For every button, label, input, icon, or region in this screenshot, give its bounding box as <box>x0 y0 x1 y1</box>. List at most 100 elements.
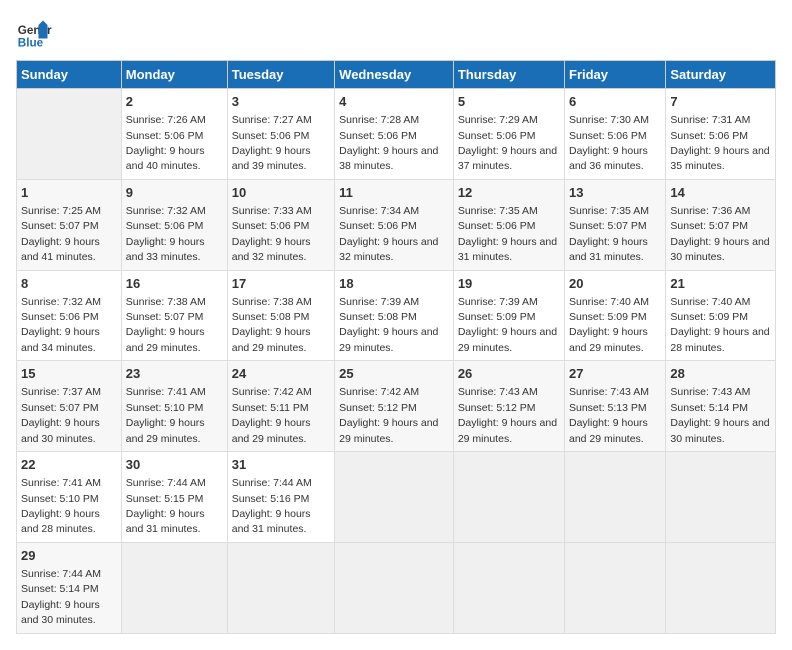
calendar-week-row: 29 Sunrise: 7:44 AMSunset: 5:14 PMDaylig… <box>17 542 776 633</box>
day-info: Sunrise: 7:41 AMSunset: 5:10 PMDaylight:… <box>21 477 101 535</box>
calendar-cell: 27 Sunrise: 7:43 AMSunset: 5:13 PMDaylig… <box>565 361 666 452</box>
day-number: 7 <box>670 93 771 111</box>
day-info: Sunrise: 7:34 AMSunset: 5:06 PMDaylight:… <box>339 205 438 263</box>
day-number: 3 <box>232 93 330 111</box>
calendar-cell <box>121 542 227 633</box>
day-info: Sunrise: 7:33 AMSunset: 5:06 PMDaylight:… <box>232 205 312 263</box>
day-number: 14 <box>670 184 771 202</box>
calendar-cell: 1 Sunrise: 7:25 AMSunset: 5:07 PMDayligh… <box>17 179 122 270</box>
day-number: 9 <box>126 184 223 202</box>
calendar-cell <box>227 542 334 633</box>
day-number: 27 <box>569 365 661 383</box>
day-info: Sunrise: 7:35 AMSunset: 5:06 PMDaylight:… <box>458 205 557 263</box>
day-number: 1 <box>21 184 117 202</box>
day-info: Sunrise: 7:43 AMSunset: 5:13 PMDaylight:… <box>569 386 649 444</box>
calendar-cell: 31 Sunrise: 7:44 AMSunset: 5:16 PMDaylig… <box>227 452 334 543</box>
calendar-cell <box>453 542 564 633</box>
calendar-cell: 24 Sunrise: 7:42 AMSunset: 5:11 PMDaylig… <box>227 361 334 452</box>
calendar-cell: 18 Sunrise: 7:39 AMSunset: 5:08 PMDaylig… <box>335 270 454 361</box>
calendar-cell: 29 Sunrise: 7:44 AMSunset: 5:14 PMDaylig… <box>17 542 122 633</box>
column-header-friday: Friday <box>565 61 666 89</box>
day-info: Sunrise: 7:39 AMSunset: 5:08 PMDaylight:… <box>339 296 438 354</box>
day-info: Sunrise: 7:39 AMSunset: 5:09 PMDaylight:… <box>458 296 557 354</box>
day-number: 26 <box>458 365 560 383</box>
day-number: 28 <box>670 365 771 383</box>
day-info: Sunrise: 7:44 AMSunset: 5:14 PMDaylight:… <box>21 568 101 626</box>
day-number: 10 <box>232 184 330 202</box>
calendar-cell <box>453 452 564 543</box>
column-header-wednesday: Wednesday <box>335 61 454 89</box>
header: General Blue <box>16 16 776 52</box>
day-number: 15 <box>21 365 117 383</box>
calendar-cell: 16 Sunrise: 7:38 AMSunset: 5:07 PMDaylig… <box>121 270 227 361</box>
svg-text:Blue: Blue <box>18 37 44 50</box>
day-info: Sunrise: 7:32 AMSunset: 5:06 PMDaylight:… <box>126 205 206 263</box>
day-number: 30 <box>126 456 223 474</box>
calendar-cell <box>666 452 776 543</box>
calendar-cell: 6 Sunrise: 7:30 AMSunset: 5:06 PMDayligh… <box>565 89 666 180</box>
logo: General Blue <box>16 16 56 52</box>
column-header-thursday: Thursday <box>453 61 564 89</box>
calendar-cell: 17 Sunrise: 7:38 AMSunset: 5:08 PMDaylig… <box>227 270 334 361</box>
calendar-cell: 30 Sunrise: 7:44 AMSunset: 5:15 PMDaylig… <box>121 452 227 543</box>
day-info: Sunrise: 7:36 AMSunset: 5:07 PMDaylight:… <box>670 205 769 263</box>
calendar-week-row: 15 Sunrise: 7:37 AMSunset: 5:07 PMDaylig… <box>17 361 776 452</box>
day-number: 19 <box>458 275 560 293</box>
day-info: Sunrise: 7:30 AMSunset: 5:06 PMDaylight:… <box>569 114 649 172</box>
calendar-cell: 26 Sunrise: 7:43 AMSunset: 5:12 PMDaylig… <box>453 361 564 452</box>
day-info: Sunrise: 7:42 AMSunset: 5:11 PMDaylight:… <box>232 386 312 444</box>
day-info: Sunrise: 7:26 AMSunset: 5:06 PMDaylight:… <box>126 114 206 172</box>
day-info: Sunrise: 7:41 AMSunset: 5:10 PMDaylight:… <box>126 386 206 444</box>
calendar-week-row: 22 Sunrise: 7:41 AMSunset: 5:10 PMDaylig… <box>17 452 776 543</box>
calendar-cell: 8 Sunrise: 7:32 AMSunset: 5:06 PMDayligh… <box>17 270 122 361</box>
calendar-cell <box>666 542 776 633</box>
calendar-cell: 25 Sunrise: 7:42 AMSunset: 5:12 PMDaylig… <box>335 361 454 452</box>
calendar-cell <box>565 542 666 633</box>
logo-icon: General Blue <box>16 16 52 52</box>
day-number: 11 <box>339 184 449 202</box>
calendar-cell: 11 Sunrise: 7:34 AMSunset: 5:06 PMDaylig… <box>335 179 454 270</box>
day-number: 23 <box>126 365 223 383</box>
calendar-cell: 19 Sunrise: 7:39 AMSunset: 5:09 PMDaylig… <box>453 270 564 361</box>
calendar-cell: 14 Sunrise: 7:36 AMSunset: 5:07 PMDaylig… <box>666 179 776 270</box>
day-info: Sunrise: 7:40 AMSunset: 5:09 PMDaylight:… <box>670 296 769 354</box>
day-number: 31 <box>232 456 330 474</box>
calendar-cell: 28 Sunrise: 7:43 AMSunset: 5:14 PMDaylig… <box>666 361 776 452</box>
day-info: Sunrise: 7:43 AMSunset: 5:14 PMDaylight:… <box>670 386 769 444</box>
day-info: Sunrise: 7:43 AMSunset: 5:12 PMDaylight:… <box>458 386 557 444</box>
calendar-cell <box>335 542 454 633</box>
day-info: Sunrise: 7:35 AMSunset: 5:07 PMDaylight:… <box>569 205 649 263</box>
day-number: 4 <box>339 93 449 111</box>
calendar-cell: 21 Sunrise: 7:40 AMSunset: 5:09 PMDaylig… <box>666 270 776 361</box>
day-number: 20 <box>569 275 661 293</box>
calendar-cell <box>565 452 666 543</box>
day-number: 18 <box>339 275 449 293</box>
calendar-week-row: 1 Sunrise: 7:25 AMSunset: 5:07 PMDayligh… <box>17 179 776 270</box>
day-number: 22 <box>21 456 117 474</box>
calendar-cell: 9 Sunrise: 7:32 AMSunset: 5:06 PMDayligh… <box>121 179 227 270</box>
calendar-week-row: 8 Sunrise: 7:32 AMSunset: 5:06 PMDayligh… <box>17 270 776 361</box>
day-info: Sunrise: 7:38 AMSunset: 5:08 PMDaylight:… <box>232 296 312 354</box>
calendar-table: SundayMondayTuesdayWednesdayThursdayFrid… <box>16 60 776 634</box>
day-info: Sunrise: 7:25 AMSunset: 5:07 PMDaylight:… <box>21 205 101 263</box>
day-number: 29 <box>21 547 117 565</box>
day-number: 5 <box>458 93 560 111</box>
column-header-tuesday: Tuesday <box>227 61 334 89</box>
calendar-cell: 3 Sunrise: 7:27 AMSunset: 5:06 PMDayligh… <box>227 89 334 180</box>
day-info: Sunrise: 7:29 AMSunset: 5:06 PMDaylight:… <box>458 114 557 172</box>
day-number: 25 <box>339 365 449 383</box>
day-number: 6 <box>569 93 661 111</box>
day-info: Sunrise: 7:31 AMSunset: 5:06 PMDaylight:… <box>670 114 769 172</box>
day-number: 8 <box>21 275 117 293</box>
day-info: Sunrise: 7:40 AMSunset: 5:09 PMDaylight:… <box>569 296 649 354</box>
column-header-monday: Monday <box>121 61 227 89</box>
calendar-week-row: 2 Sunrise: 7:26 AMSunset: 5:06 PMDayligh… <box>17 89 776 180</box>
day-number: 21 <box>670 275 771 293</box>
calendar-cell <box>17 89 122 180</box>
calendar-cell <box>335 452 454 543</box>
calendar-cell: 7 Sunrise: 7:31 AMSunset: 5:06 PMDayligh… <box>666 89 776 180</box>
calendar-cell: 10 Sunrise: 7:33 AMSunset: 5:06 PMDaylig… <box>227 179 334 270</box>
calendar-cell: 4 Sunrise: 7:28 AMSunset: 5:06 PMDayligh… <box>335 89 454 180</box>
day-info: Sunrise: 7:38 AMSunset: 5:07 PMDaylight:… <box>126 296 206 354</box>
day-info: Sunrise: 7:44 AMSunset: 5:16 PMDaylight:… <box>232 477 312 535</box>
